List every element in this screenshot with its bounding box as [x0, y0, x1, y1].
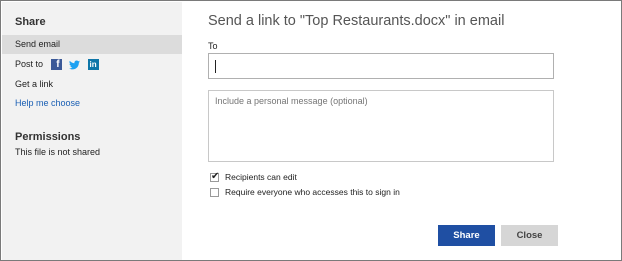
facebook-icon[interactable]: f [50, 59, 62, 71]
share-heading: Share [15, 16, 46, 28]
recipients-can-edit-label: Recipients can edit [225, 172, 297, 182]
sidebar-item-send-email[interactable]: Send email [2, 35, 182, 54]
share-sidebar: Share Send email Post to f in Get a link… [2, 2, 182, 260]
require-sign-in-label: Require everyone who accesses this to si… [225, 187, 400, 197]
require-sign-in-checkbox[interactable] [210, 187, 219, 197]
require-sign-in-option[interactable]: Require everyone who accesses this to si… [210, 187, 400, 197]
dialog-title: Send a link to "Top Restaurants.docx" in… [208, 13, 505, 29]
permissions-heading: Permissions [15, 131, 81, 143]
sidebar-item-post-to: Post to f in [2, 55, 182, 74]
personal-message-field[interactable] [208, 90, 554, 162]
to-field[interactable] [208, 53, 554, 79]
twitter-icon[interactable] [69, 60, 81, 70]
recipients-can-edit-option[interactable]: ✔ Recipients can edit [210, 170, 297, 182]
text-caret [215, 60, 216, 73]
sidebar-item-label: Post to [15, 59, 44, 69]
close-button[interactable]: Close [501, 225, 558, 246]
sidebar-item-label: Help me choose [15, 98, 81, 108]
share-button[interactable]: Share [438, 225, 495, 246]
help-me-choose-link[interactable]: Help me choose [2, 94, 182, 113]
sidebar-item-get-a-link[interactable]: Get a link [2, 75, 182, 94]
linkedin-icon[interactable]: in [87, 59, 99, 71]
sidebar-item-label: Send email [15, 39, 61, 49]
sidebar-item-label: Get a link [15, 79, 54, 89]
share-dialog: Share Send email Post to f in Get a link… [0, 0, 622, 261]
checkmark-icon: ✔ [211, 170, 220, 182]
permissions-status: This file is not shared [15, 147, 101, 157]
recipients-can-edit-checkbox[interactable]: ✔ [210, 170, 220, 182]
to-label: To [208, 41, 218, 51]
